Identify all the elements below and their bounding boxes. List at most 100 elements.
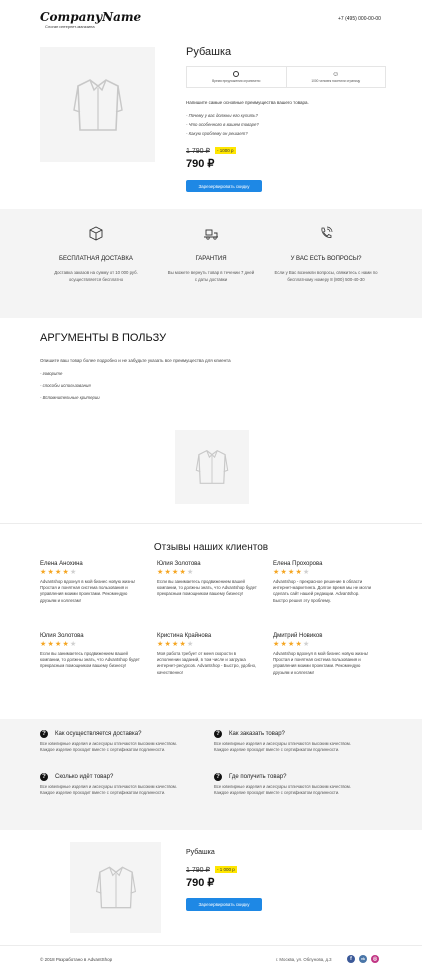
reviewer-name: Юлия Золотова — [157, 561, 201, 567]
product-question-2: - Что особенного в вашем товаре? — [186, 122, 259, 127]
faq-answer: Все ювелирные изделия и аксесуары отлича… — [214, 784, 351, 795]
reviews-title: Отзывы наших клиентов — [153, 542, 269, 553]
star-filled-icon: ★ — [157, 641, 164, 648]
star-empty-icon: ★ — [187, 641, 194, 648]
smile-icon: ☺ — [332, 71, 340, 78]
review-card: Елена Анохина ★★★★★ Advantshop вдохнул в м… — [40, 561, 152, 604]
faq-item[interactable]: ? Где получить товар? Все ювелирные издели… — [214, 773, 379, 796]
rating-stars: ★★★★★ — [157, 641, 269, 649]
question-icon: ? — [40, 773, 48, 781]
feature-time: Время предложения ограничено — [187, 67, 287, 87]
arguments-intro: Опишите ваш товар более подробно и не за… — [40, 358, 231, 363]
question-icon: ? — [214, 773, 222, 781]
star-filled-icon: ★ — [55, 569, 62, 576]
bottom-reserve-button[interactable]: Зарезервировать скидку — [186, 898, 262, 911]
footer-divider — [0, 945, 422, 946]
reviewer-name: Кристина Крайнова — [157, 633, 212, 639]
star-filled-icon: ★ — [40, 569, 47, 576]
delivery-icon — [204, 229, 218, 240]
faq-question-row: ? Сколько идёт товар? — [40, 773, 205, 781]
star-filled-icon: ★ — [288, 641, 295, 648]
faq-answer: Все ювелирные изделия и аксесуары отлича… — [40, 741, 177, 752]
arguments-item-3: - Вспомнительные критерии — [40, 395, 100, 400]
star-filled-icon: ★ — [164, 641, 171, 648]
star-empty-icon: ★ — [303, 641, 310, 648]
review-card: Кристина Крайнова ★★★★★ Моя работа требует… — [157, 633, 269, 676]
tagline: Слоган интернет-магазина — [45, 24, 95, 29]
review-text: Моя работа требует от меня скорости в ис… — [157, 651, 257, 675]
star-filled-icon: ★ — [288, 569, 295, 576]
star-filled-icon: ★ — [47, 641, 54, 648]
bottom-discount-badge: - 1 000 р — [215, 866, 237, 873]
rating-stars: ★★★★★ — [40, 641, 152, 649]
product-features: Время предложения ограничено ☺ 1000 чело… — [186, 66, 386, 88]
reviewer-name: Елена Анохина — [40, 561, 83, 567]
faq-question-row: ? Как осуществляется доставка? — [40, 730, 205, 738]
arguments-image — [175, 430, 249, 504]
star-filled-icon: ★ — [172, 641, 179, 648]
reviewer-name: Юлия Золотова — [40, 633, 84, 639]
faq-item[interactable]: ? Как осуществляется доставка? Все ювелирн… — [40, 730, 205, 753]
bottom-product-title: Рубашка — [186, 849, 215, 856]
star-empty-icon: ★ — [303, 569, 310, 576]
faq-question-row: ? Как заказать товар? — [214, 730, 379, 738]
faq-item[interactable]: ? Сколько идёт товар? Все ювелирные издели… — [40, 773, 205, 796]
star-filled-icon: ★ — [295, 569, 302, 576]
social-links: f vk ◎ — [347, 955, 379, 963]
product-question-3: - Какую проблему он решает? — [186, 131, 248, 136]
review-text: Если вы занимаетесь продвижением вашей к… — [157, 579, 257, 597]
divider — [0, 523, 422, 524]
review-card: Юлия Золотова ★★★★★ Если вы занимаетесь пр… — [157, 561, 269, 598]
review-text: Advantshop вдохнул в мой бизнес новую жи… — [273, 651, 369, 675]
star-filled-icon: ★ — [172, 569, 179, 576]
star-filled-icon: ★ — [40, 641, 47, 648]
star-filled-icon: ★ — [62, 641, 69, 648]
faq-item[interactable]: ? Как заказать товар? Все ювелирные издели… — [214, 730, 379, 753]
star-empty-icon: ★ — [70, 569, 77, 576]
clock-icon — [233, 71, 240, 77]
review-text: Если вы занимаетесь продвижением вашей к… — [40, 651, 140, 669]
copyright: © 2018 Разработано в AdvantShop — [40, 957, 113, 962]
shirt-icon — [72, 78, 123, 131]
star-filled-icon: ★ — [179, 569, 186, 576]
product-intro: Напишите самые основные преимущества ваш… — [186, 100, 309, 105]
rating-stars: ★★★★★ — [157, 569, 269, 577]
vk-icon[interactable]: vk — [359, 955, 367, 963]
question-icon: ? — [40, 730, 48, 738]
reviewer-name: Елена Прохорова — [273, 561, 323, 567]
faq-question-row: ? Где получить товар? — [214, 773, 379, 781]
rating-stars: ★★★★★ — [273, 641, 385, 649]
feature-visitors: ☺ 1000 человек посетили страницу — [311, 71, 361, 83]
header: CompanyName Слоган интернет-магазина +7 … — [0, 0, 422, 36]
phone-number[interactable]: +7 (495) 000-00-00 — [338, 16, 381, 22]
faq-answer: Все ювелирные изделия и аксесуары отлича… — [214, 741, 351, 752]
bottom-old-price: 1 790 ₽ — [186, 867, 210, 874]
price: 790 ₽ — [186, 158, 215, 170]
faq-question: Сколько идёт товар? — [55, 774, 114, 780]
star-filled-icon: ★ — [157, 569, 164, 576]
facebook-icon[interactable]: f — [347, 955, 355, 963]
reserve-discount-button[interactable]: Зарезервировать скидку — [186, 180, 262, 192]
review-card: Юлия Золотова ★★★★★ Если вы занимаетесь пр… — [40, 633, 152, 670]
arguments-item-1: - говорите — [40, 371, 63, 376]
benefit-questions: У ВАС ЕСТЬ ВОПРОСЫ? Если у Вас возникли … — [270, 225, 382, 283]
faq-answer: Все ювелирные изделия и аксесуары отлича… — [40, 784, 177, 795]
star-filled-icon: ★ — [47, 569, 54, 576]
arguments-item-2: - способы использования — [40, 383, 91, 388]
benefit-warranty: ГАРАНТИЯ Вы можете вернуть товар в течен… — [155, 225, 267, 283]
instagram-icon[interactable]: ◎ — [371, 955, 379, 963]
old-price: 1 790 ₽ — [186, 148, 210, 155]
star-filled-icon: ★ — [280, 641, 287, 648]
star-filled-icon: ★ — [55, 641, 62, 648]
logo[interactable]: CompanyName — [40, 10, 141, 24]
star-empty-icon: ★ — [70, 641, 77, 648]
rating-stars: ★★★★★ — [273, 569, 385, 577]
box-icon — [89, 226, 103, 241]
product-image — [40, 47, 155, 162]
star-filled-icon: ★ — [273, 569, 280, 576]
arguments-title: АРГУМЕНТЫ В ПОЛЬЗУ — [40, 332, 167, 344]
faq-question: Как заказать товар? — [229, 731, 285, 737]
star-filled-icon: ★ — [273, 641, 280, 648]
star-filled-icon: ★ — [280, 569, 287, 576]
review-text: Advantshop вдохнул в мой бизнес новую жи… — [40, 579, 136, 603]
